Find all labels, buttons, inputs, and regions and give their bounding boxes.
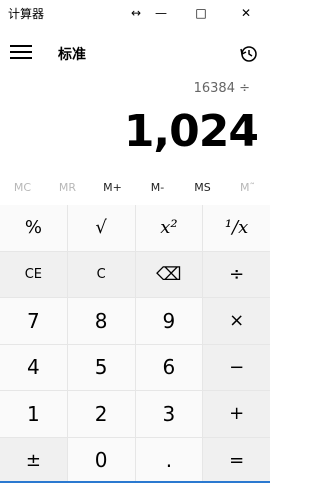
percent-button[interactable]: % (0, 205, 67, 251)
title-bar: 计算器 ↔ — □ ✕ (0, 0, 270, 26)
hamburger-menu-icon[interactable] (10, 44, 32, 60)
reciprocal-button[interactable]: ¹/x (203, 205, 270, 251)
decimal-button[interactable]: . (135, 437, 203, 483)
maximize-button[interactable]: □ (189, 3, 213, 23)
memory-store-button[interactable]: MS (180, 176, 225, 200)
digit-1-button[interactable]: 1 (0, 391, 67, 437)
digit-4-button[interactable]: 4 (0, 344, 67, 390)
memory-row: MC MR M+ M- MS M˜ (0, 176, 270, 200)
header: 标准 (0, 34, 270, 74)
memory-recall-button[interactable]: MR (45, 176, 90, 200)
add-button[interactable]: + (203, 391, 270, 437)
digit-8-button[interactable]: 8 (67, 298, 135, 344)
memory-add-button[interactable]: M+ (90, 176, 135, 200)
subtract-button[interactable]: − (203, 344, 270, 390)
resize-icon[interactable]: ↔ (124, 3, 148, 23)
square-button[interactable]: x² (135, 205, 203, 251)
memory-clear-button[interactable]: MC (0, 176, 45, 200)
digit-7-button[interactable]: 7 (0, 298, 67, 344)
digit-2-button[interactable]: 2 (67, 391, 135, 437)
mode-title: 标准 (58, 47, 86, 63)
history-icon[interactable] (238, 43, 260, 65)
sqrt-button[interactable]: √ (67, 205, 135, 251)
digit-3-button[interactable]: 3 (135, 391, 203, 437)
memory-subtract-button[interactable]: M- (135, 176, 180, 200)
digit-9-button[interactable]: 9 (135, 298, 203, 344)
memory-list-button[interactable]: M˜ (225, 176, 270, 200)
digit-0-button[interactable]: 0 (67, 437, 135, 483)
backspace-button[interactable]: ⌫ (135, 251, 203, 297)
result-display: 1,024 (123, 106, 259, 157)
app-title: 计算器 (8, 7, 45, 21)
clear-button[interactable]: C (67, 251, 135, 297)
digit-5-button[interactable]: 5 (67, 344, 135, 390)
negate-button[interactable]: ± (0, 437, 67, 483)
keypad: % √ x² ¹/x CE C ⌫ ÷ 7 8 9 × 4 5 6 − 1 2 … (0, 205, 270, 483)
clear-entry-button[interactable]: CE (0, 251, 67, 297)
divide-button[interactable]: ÷ (203, 251, 270, 297)
minimize-button[interactable]: — (149, 3, 173, 23)
equals-button[interactable]: = (203, 437, 270, 483)
close-button[interactable]: ✕ (234, 3, 258, 23)
digit-6-button[interactable]: 6 (135, 344, 203, 390)
multiply-button[interactable]: × (203, 298, 270, 344)
expression: 16384 ÷ (193, 81, 250, 96)
